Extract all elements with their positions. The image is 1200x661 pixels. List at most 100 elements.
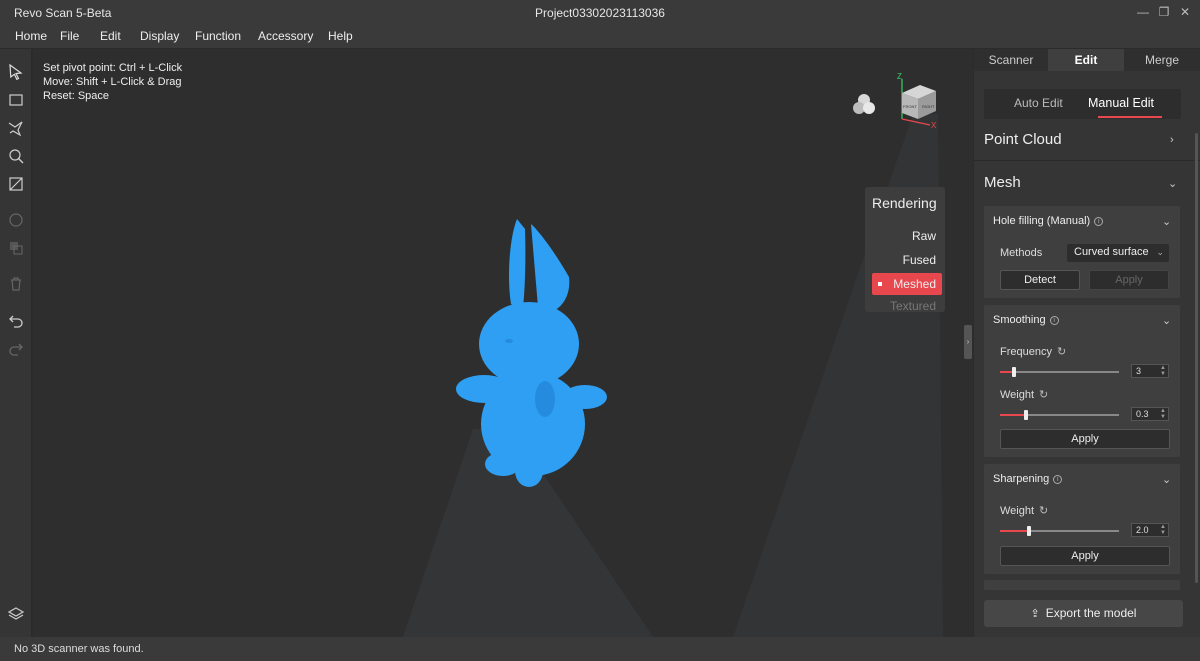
section-divider (974, 160, 1200, 161)
detect-button[interactable]: Detect (1000, 270, 1080, 290)
chevron-down-icon[interactable]: ⌄ (1162, 314, 1171, 327)
sharpening-weight-fill (1000, 530, 1029, 532)
menu-help[interactable]: Help (328, 29, 353, 43)
status-text: No 3D scanner was found. (14, 643, 144, 655)
info-icon: i (1094, 216, 1104, 226)
reset-icon: ↻ (1039, 389, 1049, 401)
sharpening-weight-slider[interactable] (1000, 526, 1119, 536)
rendering-panel: Rendering Raw Fused Meshed Textured (865, 187, 945, 313)
chevron-right-icon[interactable]: › (1170, 134, 1174, 146)
menu-home[interactable]: Home (15, 29, 47, 43)
reset-icon: ↻ (1039, 505, 1049, 517)
chevron-down-icon[interactable]: ⌄ (1162, 215, 1171, 228)
rendering-title: Rendering (872, 195, 937, 211)
sharpening-apply-button[interactable]: Apply (1000, 546, 1170, 566)
scene-canvas (403, 114, 943, 637)
export-model-button[interactable]: ⇪ Export the model (984, 600, 1183, 627)
menu-file[interactable]: File (60, 29, 79, 43)
sharpening-weight-label: Weight ↻ (1000, 505, 1049, 517)
tab-edit[interactable]: Edit (1048, 49, 1124, 71)
z-axis-label: Z (897, 72, 902, 81)
next-card-peek (984, 580, 1180, 590)
mesh-title[interactable]: Mesh (984, 174, 1021, 191)
menu-accessory[interactable]: Accessory (258, 29, 313, 43)
layers-icon[interactable] (6, 604, 26, 624)
methods-label: Methods (1000, 247, 1043, 259)
smoothing-title[interactable]: Smoothing i (993, 314, 1059, 326)
smoothing-weight-label: Weight ↻ (1000, 389, 1049, 401)
smoothing-weight-thumb[interactable] (1024, 410, 1029, 420)
right-panel: Scanner Edit Merge Auto Edit Manual Edit… (974, 49, 1200, 637)
restore-icon[interactable]: ❐ (1155, 3, 1173, 21)
info-icon: i (1053, 474, 1063, 484)
subtab-auto-edit[interactable]: Auto Edit (1014, 96, 1063, 110)
menu-edit[interactable]: Edit (100, 29, 121, 43)
chevron-down-icon: ⌄ (1156, 247, 1164, 257)
minimize-icon[interactable]: — (1134, 3, 1152, 21)
subtab-underline (1098, 116, 1162, 118)
collapse-panel-handle[interactable]: › (964, 325, 972, 359)
sharpening-title[interactable]: Sharpening i (993, 473, 1063, 485)
close-icon[interactable]: ✕ (1176, 3, 1194, 21)
x-axis-label: X (931, 121, 937, 130)
spin-arrows-icon: ▲ ▼ (1160, 524, 1166, 536)
brush-select-icon[interactable] (6, 146, 26, 166)
left-toolbar (0, 49, 32, 637)
project-title: Project03302023113036 (535, 6, 665, 20)
menu-function[interactable]: Function (195, 29, 241, 43)
rectangle-select-icon[interactable] (6, 90, 26, 110)
smoothing-apply-button[interactable]: Apply (1000, 429, 1170, 449)
select-all-icon (6, 210, 26, 230)
render-meshed[interactable]: Meshed (872, 273, 942, 295)
select-cursor-icon[interactable] (6, 62, 26, 82)
redo-icon (6, 338, 26, 358)
edit-subtabs: Auto Edit Manual Edit (984, 89, 1181, 119)
render-fused[interactable]: Fused (872, 249, 942, 271)
undo-icon[interactable] (6, 310, 26, 330)
frequency-slider[interactable] (1000, 367, 1119, 377)
render-raw[interactable]: Raw (872, 225, 942, 247)
frequency-label: Frequency ↻ (1000, 346, 1067, 358)
chevron-down-icon[interactable]: ⌄ (1162, 473, 1171, 486)
delete-icon (6, 274, 26, 294)
render-meshed-label: Meshed (893, 277, 936, 291)
panel-scrollbar[interactable] (1195, 133, 1198, 583)
frequency-slider-thumb[interactable] (1012, 367, 1017, 377)
sharpening-card: Sharpening i ⌄ Weight ↻ 2.0 ▲ ▼ Apply (984, 464, 1180, 574)
spin-arrows-icon: ▲ ▼ (1160, 408, 1166, 420)
smoothing-weight-slider[interactable] (1000, 410, 1119, 420)
3d-viewport[interactable]: Set pivot point: Ctrl + L-Click Move: Sh… (33, 49, 973, 637)
frequency-spinbox[interactable]: 3 ▲ ▼ (1131, 364, 1169, 378)
lighting-icon[interactable] (851, 92, 877, 118)
smoothing-weight-spinbox[interactable]: 0.3 ▲ ▼ (1131, 407, 1169, 421)
smoothing-weight-fill (1000, 414, 1027, 416)
methods-select[interactable]: Curved surface ⌄ (1067, 244, 1169, 262)
hole-filling-card: Hole filling (Manual) i ⌄ Methods Curved … (984, 206, 1180, 298)
sharpening-weight-spinbox[interactable]: 2.0 ▲ ▼ (1131, 523, 1169, 537)
menu-display[interactable]: Display (140, 29, 179, 43)
active-dot-icon (878, 282, 882, 286)
hole-filling-title[interactable]: Hole filling (Manual) i (993, 215, 1104, 227)
point-cloud-title[interactable]: Point Cloud (984, 131, 1062, 148)
status-bar: No 3D scanner was found. (0, 637, 1200, 661)
crop-icon (6, 238, 26, 258)
cube-front-label: FRONT (903, 104, 917, 109)
chevron-down-icon[interactable]: ⌄ (1168, 177, 1177, 190)
sharpening-weight-thumb[interactable] (1026, 526, 1031, 536)
navigation-cube[interactable]: FRONT RIGHT Z X (888, 71, 948, 131)
tab-scanner[interactable]: Scanner (974, 49, 1048, 71)
cube-right-label: RIGHT (922, 104, 935, 109)
reset-icon: ↻ (1056, 346, 1067, 358)
menu-bar: Home File Edit Display Function Accessor… (0, 24, 1200, 48)
info-icon: i (1049, 315, 1059, 325)
invert-selection-icon[interactable] (6, 174, 26, 194)
smoothing-card: Smoothing i ⌄ Frequency ↻ 3 ▲ ▼ Weight ↻ 0.3 ▲… (984, 305, 1180, 457)
title-bar: Revo Scan 5-Beta Project03302023113036 —… (0, 0, 1200, 24)
export-icon: ⇪ (1030, 608, 1040, 620)
lasso-select-icon[interactable] (6, 118, 26, 138)
hole-apply-button: Apply (1089, 270, 1169, 290)
subtab-manual-edit[interactable]: Manual Edit (1088, 96, 1154, 110)
spin-arrows-icon: ▲ ▼ (1160, 365, 1166, 377)
tab-merge[interactable]: Merge (1124, 49, 1200, 71)
render-textured: Textured (889, 299, 936, 313)
